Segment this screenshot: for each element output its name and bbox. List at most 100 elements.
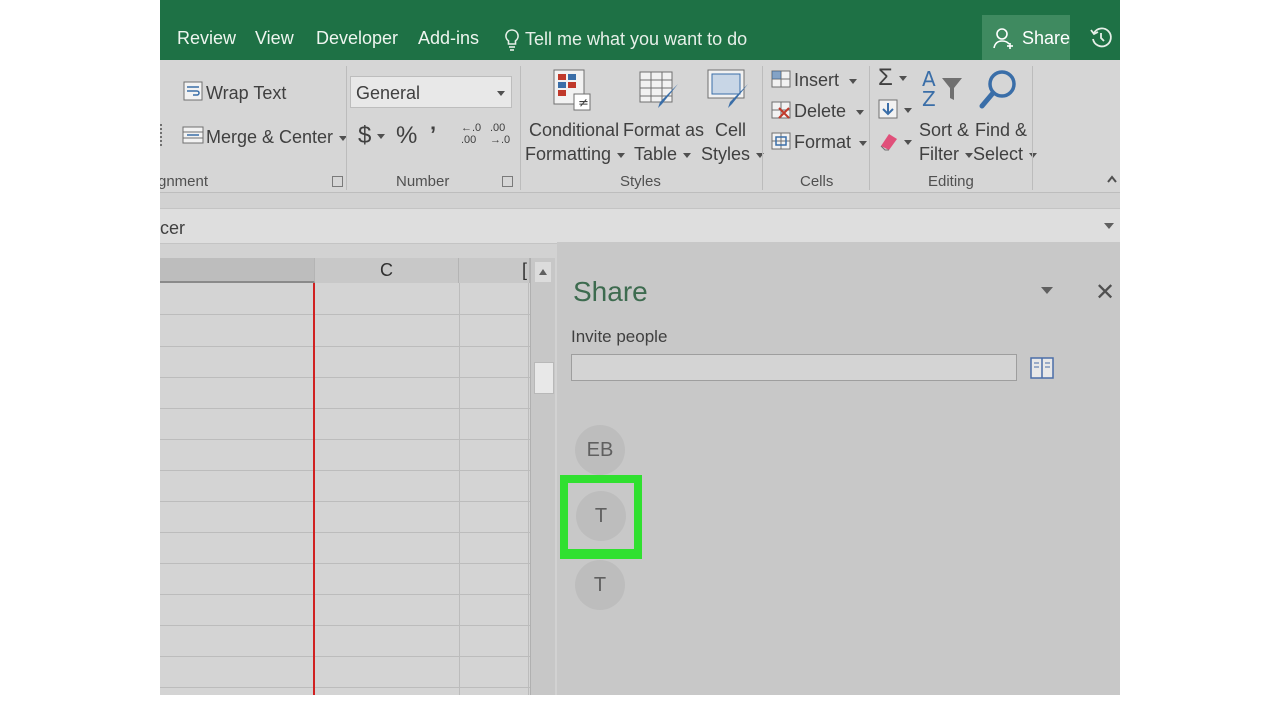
insert-button[interactable]: Insert [794,70,858,91]
address-book-icon[interactable] [1029,355,1055,381]
cell-styles-icon [707,69,748,108]
editing-group-label: Editing [928,173,974,190]
tab-developer[interactable]: Developer [316,28,398,49]
group-divider [762,66,763,190]
format-table-line-2-text: Table [634,144,678,164]
vertical-scrollbar[interactable] [530,258,555,695]
number-format-value: General [356,83,421,103]
lightbulb-icon [505,29,519,51]
insert-cells-icon [771,70,791,88]
scroll-thumb[interactable] [534,362,554,394]
avatar[interactable]: T [575,560,625,610]
svg-text:Z: Z [922,87,936,110]
tab-review[interactable]: Review [177,28,236,49]
delete-button[interactable]: Delete [794,101,865,122]
share-pane-title: Share [573,276,648,307]
ribbon-tab-bar: Review View Developer Add-ins Tell me wh… [160,0,1120,60]
find-select-icon [979,70,1016,109]
tab-add-ins[interactable]: Add-ins [418,28,479,49]
tell-me-search[interactable]: Tell me what you want to do [503,28,747,52]
cells-group-label: Cells [800,173,834,190]
sort-line-2: Filter [919,144,973,165]
conditional-formatting-icon: ≠ [553,69,591,111]
increase-decimal-button[interactable]: ←.0 .00 [461,122,487,146]
find-line-2-text: Select [973,144,1024,164]
conditional-line-1: Conditional [529,120,620,140]
wrap-text-icon [183,81,203,101]
scroll-up-button[interactable] [535,262,551,282]
number-format-select[interactable]: General [350,76,512,108]
column-header-d[interactable]: [ [459,258,530,283]
format-table-line-2: Table [634,144,692,165]
chevron-down-icon[interactable] [1041,287,1053,294]
merge-center-label: Merge & Center [206,127,334,147]
cell-styles-line-2: Styles [701,144,765,165]
format-label: Format [794,132,852,152]
share-pane: Share ✕ Invite people EB T T [557,242,1120,695]
column-header-b[interactable] [160,258,315,283]
conditional-line-2: Formatting [525,144,626,165]
group-divider [869,66,870,190]
excel-window: Review View Developer Add-ins Tell me wh… [160,0,1120,695]
autosum-button[interactable]: Σ [878,64,907,92]
svg-text:≠: ≠ [578,96,589,111]
chevron-down-icon[interactable] [1104,223,1114,229]
highlight-box: T [560,475,642,559]
find-line-2: Select [973,144,1038,165]
alignment-overflow [160,124,165,146]
merge-center-button[interactable]: Merge & Center [206,127,348,148]
ribbon: Wrap Text Merge & Center gnment General … [160,60,1120,193]
insert-label: Insert [794,70,840,90]
collapse-ribbon-icon[interactable] [1106,174,1118,184]
styles-group-label: Styles [620,173,661,190]
worksheet-grid[interactable]: C [ [160,258,530,695]
formula-bar[interactable]: cer [160,208,1120,244]
cell-styles-line-2-text: Styles [701,144,751,164]
wrap-text-button[interactable]: Wrap Text [206,83,286,104]
alignment-group-label: gnment [160,173,209,190]
close-icon[interactable]: ✕ [1095,278,1115,307]
autosum-icon: Σ [878,64,893,91]
find-line-1: Find & [975,120,1028,140]
decrease-decimal-button[interactable]: .00 →.0 [490,122,516,146]
group-divider [520,66,521,190]
tab-view[interactable]: View [255,28,294,49]
sort-filter-icon: A Z [922,67,962,110]
avatar[interactable]: T [576,491,626,541]
format-as-table-icon [639,71,678,108]
cell-styles-line-1: Cell [715,120,747,140]
merge-center-icon [182,126,204,144]
avatar[interactable]: EB [575,425,625,475]
currency-label: $ [358,122,372,149]
sort-line-2-text: Filter [919,144,959,164]
highlight-inner: T [568,483,634,549]
share-button[interactable]: Share [982,15,1070,60]
invite-people-input[interactable] [571,354,1017,381]
column-border-marker [313,283,315,695]
fill-down-icon[interactable] [877,98,917,120]
group-divider [1032,66,1033,190]
number-group-label: Number [396,173,450,190]
eraser-icon[interactable] [877,130,917,152]
alignment-launcher[interactable] [332,176,343,187]
tell-me-text: Tell me what you want to do [525,28,748,49]
invite-people-label: Invite people [571,327,668,346]
sort-line-1: Sort & [919,120,970,140]
group-divider [346,66,347,190]
conditional-line-2-text: Formatting [525,144,612,164]
delete-cells-icon [771,101,791,119]
chevron-down-icon [497,91,505,96]
format-table-line-1: Format as [623,120,705,140]
column-header-c[interactable]: C [315,258,459,283]
history-icon[interactable] [1089,26,1113,50]
percent-button[interactable]: % [396,122,417,150]
format-button[interactable]: Format [794,132,868,153]
delete-label: Delete [794,101,847,121]
number-launcher[interactable] [502,176,513,187]
format-cells-icon [771,132,791,150]
person-icon [993,28,1013,49]
comma-style-button[interactable]: ’ [430,122,436,148]
formula-bar-text: cer [160,218,186,238]
share-button-label: Share [1022,28,1071,48]
currency-button[interactable]: $ [358,122,386,150]
